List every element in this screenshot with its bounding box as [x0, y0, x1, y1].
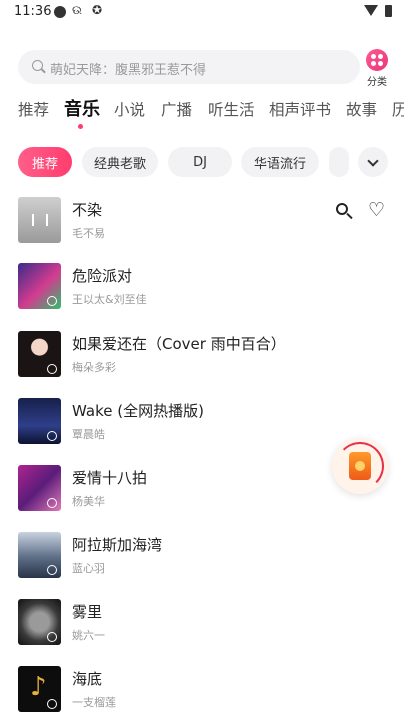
tab-recommend[interactable]: 推荐: [18, 98, 49, 120]
status-time: 11:36: [14, 4, 52, 19]
album-cover: [18, 599, 61, 645]
tab-radio[interactable]: 广播: [161, 98, 192, 120]
tab-story[interactable]: 故事: [346, 98, 377, 120]
headphones-icon: [47, 565, 57, 575]
song-artist: 一支榴莲: [72, 696, 116, 709]
album-cover: [18, 263, 61, 309]
song-row[interactable]: 雾里 姚六一: [0, 599, 404, 665]
song-artist: 王以太&刘至佳: [72, 293, 147, 306]
tab-novel[interactable]: 小说: [114, 98, 145, 120]
album-cover: [18, 465, 61, 511]
song-artist: 梅朵多彩: [72, 361, 116, 374]
category-button[interactable]: 分类: [360, 48, 394, 88]
song-title: Wake (全网热播版): [72, 402, 204, 420]
album-cover: [18, 331, 61, 377]
app-notification-icon: ✪: [92, 3, 103, 17]
search-input[interactable]: 萌妃天降：腹黑邪王惹不得: [18, 50, 360, 84]
song-row[interactable]: 阿拉斯加海湾 蓝心羽: [0, 532, 404, 598]
tab-music[interactable]: 音乐: [64, 95, 100, 121]
chip-dj[interactable]: DJ: [168, 147, 232, 177]
chevron-down-icon: [367, 155, 379, 167]
song-title: 海底: [72, 670, 103, 688]
song-artist: 姚六一: [72, 629, 105, 642]
tab-history[interactable]: 历: [392, 98, 404, 120]
status-bar: 11:36 ଉ ✪: [0, 0, 404, 26]
reward-icon: [349, 452, 371, 480]
song-row[interactable]: 如果爱还在（Cover 雨中百合） 梅朵多彩: [0, 331, 404, 397]
active-tab-indicator: [78, 124, 83, 129]
song-artist: 蓝心羽: [72, 562, 105, 575]
song-title: 阿拉斯加海湾: [72, 536, 163, 554]
music-note-icon: ♪: [30, 672, 47, 702]
tab-lifestyle[interactable]: 听生活: [208, 98, 255, 120]
headphones-icon: [47, 632, 57, 642]
tab-crosstalk[interactable]: 相声评书: [269, 98, 331, 120]
song-artist: 毛不易: [72, 227, 105, 240]
headphones-icon: [47, 431, 57, 441]
song-title: 爱情十八拍: [72, 469, 148, 487]
album-cover: [18, 197, 61, 243]
headphones-icon: [47, 498, 57, 508]
chip-recommend[interactable]: 推荐: [18, 147, 72, 177]
song-artist: 覃晨皓: [72, 428, 105, 441]
headphones-icon: [47, 699, 57, 709]
grid-icon: [366, 49, 388, 71]
song-row[interactable]: ♪ 海底 一支榴莲: [0, 666, 404, 720]
song-title: 雾里: [72, 603, 103, 621]
headphones-icon: [47, 364, 57, 374]
song-title: 如果爱还在（Cover 雨中百合）: [72, 335, 286, 353]
chip-chinese-pop[interactable]: 华语流行: [241, 147, 319, 177]
search-placeholder: 萌妃天降：腹黑邪王惹不得: [50, 63, 207, 78]
heart-icon[interactable]: ♡: [368, 200, 388, 220]
headphones-icon: [47, 296, 57, 306]
song-title: 不染: [72, 201, 103, 219]
search-song-button[interactable]: [336, 203, 353, 220]
wifi-icon: [364, 5, 378, 16]
category-tabs: 推荐 音乐 小说 广播 听生活 相声评书 故事 历: [0, 94, 404, 134]
battery-icon: [385, 5, 392, 17]
song-row[interactable]: 危险派对 王以太&刘至佳: [0, 263, 404, 329]
weibo-icon: ଉ: [72, 3, 82, 17]
chip-partial[interactable]: [329, 147, 349, 177]
song-artist: 杨美华: [72, 495, 105, 508]
notification-dot-icon: [54, 6, 66, 18]
chip-classic-oldies[interactable]: 经典老歌: [82, 147, 158, 177]
album-cover: [18, 398, 61, 444]
album-cover: [18, 532, 61, 578]
more-categories-button[interactable]: [358, 147, 388, 177]
floating-reward-button[interactable]: [332, 438, 388, 494]
album-cover: ♪: [18, 666, 61, 712]
song-title: 危险派对: [72, 267, 133, 285]
category-label: 分类: [367, 77, 387, 88]
search-icon: [32, 60, 43, 71]
